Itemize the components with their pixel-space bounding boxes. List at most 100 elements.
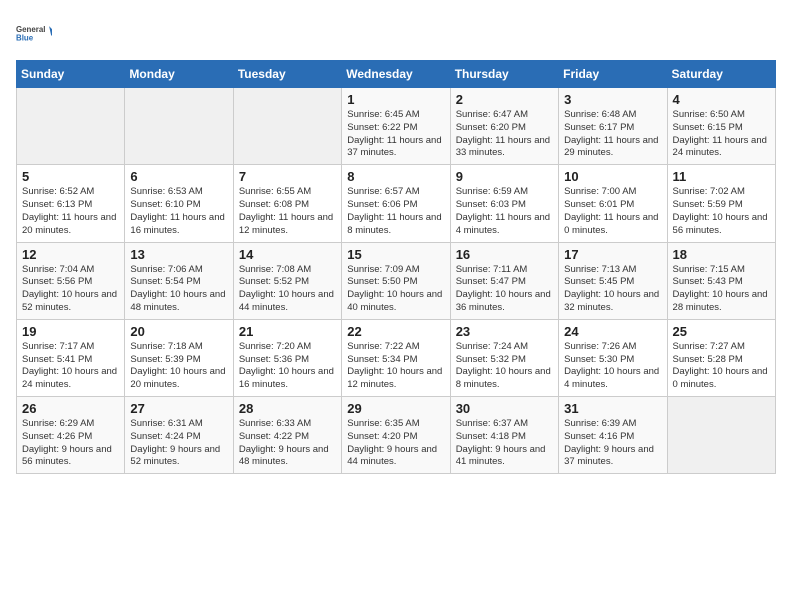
calendar-cell: 31Sunrise: 6:39 AMSunset: 4:16 PMDayligh… — [559, 397, 667, 474]
day-of-week-header: Tuesday — [233, 61, 341, 88]
day-info: Sunrise: 6:37 AMSunset: 4:18 PMDaylight:… — [456, 418, 553, 469]
calendar-cell: 16 Sunrise: 7:11 AMSunset: 5:47 PMDayligh… — [450, 242, 558, 319]
calendar-cell: 29Sunrise: 6:35 AMSunset: 4:20 PMDayligh… — [342, 397, 450, 474]
day-number: 30 — [456, 401, 553, 416]
calendar-cell — [233, 88, 341, 165]
day-info: Sunrise: 6:55 AMSunset: 6:08 PMDaylight:… — [239, 186, 336, 237]
day-info: Sunrise: 6:59 AMSunset: 6:03 PMDaylight:… — [456, 186, 553, 237]
calendar-cell: 20 Sunrise: 7:18 AMSunset: 5:39 PMDayligh… — [125, 319, 233, 396]
calendar-cell: 14Sunrise: 7:08 AMSunset: 5:52 PMDayligh… — [233, 242, 341, 319]
day-info: Sunrise: 7:11 AMSunset: 5:47 PMDaylight:… — [456, 264, 553, 315]
day-info: Sunrise: 6:53 AMSunset: 6:10 PMDaylight:… — [130, 186, 227, 237]
day-number: 26 — [22, 401, 119, 416]
calendar-cell: 22 Sunrise: 7:22 AMSunset: 5:34 PMDayligh… — [342, 319, 450, 396]
day-info: Sunrise: 7:20 AMSunset: 5:36 PMDaylight:… — [239, 341, 336, 392]
calendar-cell: 8 Sunrise: 6:57 AMSunset: 6:06 PMDaylight… — [342, 165, 450, 242]
calendar-cell: 11 Sunrise: 7:02 AMSunset: 5:59 PMDayligh… — [667, 165, 775, 242]
day-number: 20 — [130, 324, 227, 339]
logo-icon: General Blue — [16, 16, 52, 52]
calendar-cell: 1Sunrise: 6:45 AMSunset: 6:22 PMDaylight… — [342, 88, 450, 165]
day-number: 3 — [564, 92, 661, 107]
day-info: Sunrise: 7:26 AMSunset: 5:30 PMDaylight:… — [564, 341, 661, 392]
calendar-cell: 26 Sunrise: 6:29 AMSunset: 4:26 PMDayligh… — [17, 397, 125, 474]
day-number: 12 — [22, 247, 119, 262]
day-info: Sunrise: 7:02 AMSunset: 5:59 PMDaylight:… — [673, 186, 770, 237]
day-number: 19 — [22, 324, 119, 339]
day-info: Sunrise: 6:50 AMSunset: 6:15 PMDaylight:… — [673, 109, 770, 160]
day-info: Sunrise: 7:08 AMSunset: 5:52 PMDaylight:… — [239, 264, 336, 315]
day-number: 22 — [347, 324, 444, 339]
calendar-cell: 10Sunrise: 7:00 AMSunset: 6:01 PMDayligh… — [559, 165, 667, 242]
day-of-week-header: Wednesday — [342, 61, 450, 88]
day-info: Sunrise: 6:48 AMSunset: 6:17 PMDaylight:… — [564, 109, 661, 160]
calendar-header-row: SundayMondayTuesdayWednesdayThursdayFrid… — [17, 61, 776, 88]
day-info: Sunrise: 7:18 AMSunset: 5:39 PMDaylight:… — [130, 341, 227, 392]
day-of-week-header: Monday — [125, 61, 233, 88]
day-number: 18 — [673, 247, 770, 262]
day-number: 4 — [673, 92, 770, 107]
day-number: 17 — [564, 247, 661, 262]
calendar-cell: 30 Sunrise: 6:37 AMSunset: 4:18 PMDayligh… — [450, 397, 558, 474]
calendar-week-row: 1Sunrise: 6:45 AMSunset: 6:22 PMDaylight… — [17, 88, 776, 165]
calendar-week-row: 26 Sunrise: 6:29 AMSunset: 4:26 PMDayligh… — [17, 397, 776, 474]
day-number: 29 — [347, 401, 444, 416]
calendar-cell: 21Sunrise: 7:20 AMSunset: 5:36 PMDayligh… — [233, 319, 341, 396]
calendar-cell: 24 Sunrise: 7:26 AMSunset: 5:30 PMDayligh… — [559, 319, 667, 396]
day-number: 27 — [130, 401, 227, 416]
day-of-week-header: Saturday — [667, 61, 775, 88]
day-number: 8 — [347, 169, 444, 184]
calendar-cell: 18 Sunrise: 7:15 AMSunset: 5:43 PMDayligh… — [667, 242, 775, 319]
calendar-cell: 23 Sunrise: 7:24 AMSunset: 5:32 PMDayligh… — [450, 319, 558, 396]
logo: General Blue — [16, 16, 52, 52]
calendar-cell: 5Sunrise: 6:52 AMSunset: 6:13 PMDaylight… — [17, 165, 125, 242]
calendar-week-row: 19Sunrise: 7:17 AMSunset: 5:41 PMDayligh… — [17, 319, 776, 396]
calendar-cell: 2Sunrise: 6:47 AMSunset: 6:20 PMDaylight… — [450, 88, 558, 165]
day-info: Sunrise: 7:27 AMSunset: 5:28 PMDaylight:… — [673, 341, 770, 392]
day-info: Sunrise: 6:57 AMSunset: 6:06 PMDaylight:… — [347, 186, 444, 237]
day-info: Sunrise: 6:33 AMSunset: 4:22 PMDaylight:… — [239, 418, 336, 469]
calendar-cell: 3 Sunrise: 6:48 AMSunset: 6:17 PMDaylight… — [559, 88, 667, 165]
day-of-week-header: Sunday — [17, 61, 125, 88]
day-number: 9 — [456, 169, 553, 184]
day-number: 24 — [564, 324, 661, 339]
page-header: General Blue — [16, 16, 776, 52]
day-number: 11 — [673, 169, 770, 184]
calendar-cell: 15Sunrise: 7:09 AMSunset: 5:50 PMDayligh… — [342, 242, 450, 319]
calendar-cell — [125, 88, 233, 165]
calendar-cell: 28 Sunrise: 6:33 AMSunset: 4:22 PMDayligh… — [233, 397, 341, 474]
svg-text:Blue: Blue — [16, 33, 34, 42]
day-number: 6 — [130, 169, 227, 184]
calendar-cell — [17, 88, 125, 165]
calendar-cell: 19Sunrise: 7:17 AMSunset: 5:41 PMDayligh… — [17, 319, 125, 396]
day-of-week-header: Friday — [559, 61, 667, 88]
day-info: Sunrise: 6:29 AMSunset: 4:26 PMDaylight:… — [22, 418, 119, 469]
calendar-cell: 13Sunrise: 7:06 AMSunset: 5:54 PMDayligh… — [125, 242, 233, 319]
day-number: 7 — [239, 169, 336, 184]
day-info: Sunrise: 6:31 AMSunset: 4:24 PMDaylight:… — [130, 418, 227, 469]
calendar-week-row: 12 Sunrise: 7:04 AMSunset: 5:56 PMDayligh… — [17, 242, 776, 319]
calendar-week-row: 5Sunrise: 6:52 AMSunset: 6:13 PMDaylight… — [17, 165, 776, 242]
calendar-cell: 12 Sunrise: 7:04 AMSunset: 5:56 PMDayligh… — [17, 242, 125, 319]
calendar-table: SundayMondayTuesdayWednesdayThursdayFrid… — [16, 60, 776, 474]
day-info: Sunrise: 7:06 AMSunset: 5:54 PMDaylight:… — [130, 264, 227, 315]
day-number: 25 — [673, 324, 770, 339]
calendar-cell: 6 Sunrise: 6:53 AMSunset: 6:10 PMDaylight… — [125, 165, 233, 242]
day-number: 15 — [347, 247, 444, 262]
day-info: Sunrise: 7:04 AMSunset: 5:56 PMDaylight:… — [22, 264, 119, 315]
day-number: 16 — [456, 247, 553, 262]
day-number: 28 — [239, 401, 336, 416]
calendar-cell: 25 Sunrise: 7:27 AMSunset: 5:28 PMDayligh… — [667, 319, 775, 396]
calendar-cell: 27 Sunrise: 6:31 AMSunset: 4:24 PMDayligh… — [125, 397, 233, 474]
day-of-week-header: Thursday — [450, 61, 558, 88]
calendar-cell — [667, 397, 775, 474]
day-info: Sunrise: 7:13 AMSunset: 5:45 PMDaylight:… — [564, 264, 661, 315]
day-number: 23 — [456, 324, 553, 339]
day-info: Sunrise: 7:15 AMSunset: 5:43 PMDaylight:… — [673, 264, 770, 315]
calendar-cell: 4 Sunrise: 6:50 AMSunset: 6:15 PMDaylight… — [667, 88, 775, 165]
day-info: Sunrise: 7:24 AMSunset: 5:32 PMDaylight:… — [456, 341, 553, 392]
day-number: 1 — [347, 92, 444, 107]
day-info: Sunrise: 7:22 AMSunset: 5:34 PMDaylight:… — [347, 341, 444, 392]
calendar-cell: 7 Sunrise: 6:55 AMSunset: 6:08 PMDaylight… — [233, 165, 341, 242]
day-info: Sunrise: 7:00 AMSunset: 6:01 PMDaylight:… — [564, 186, 661, 237]
day-number: 31 — [564, 401, 661, 416]
